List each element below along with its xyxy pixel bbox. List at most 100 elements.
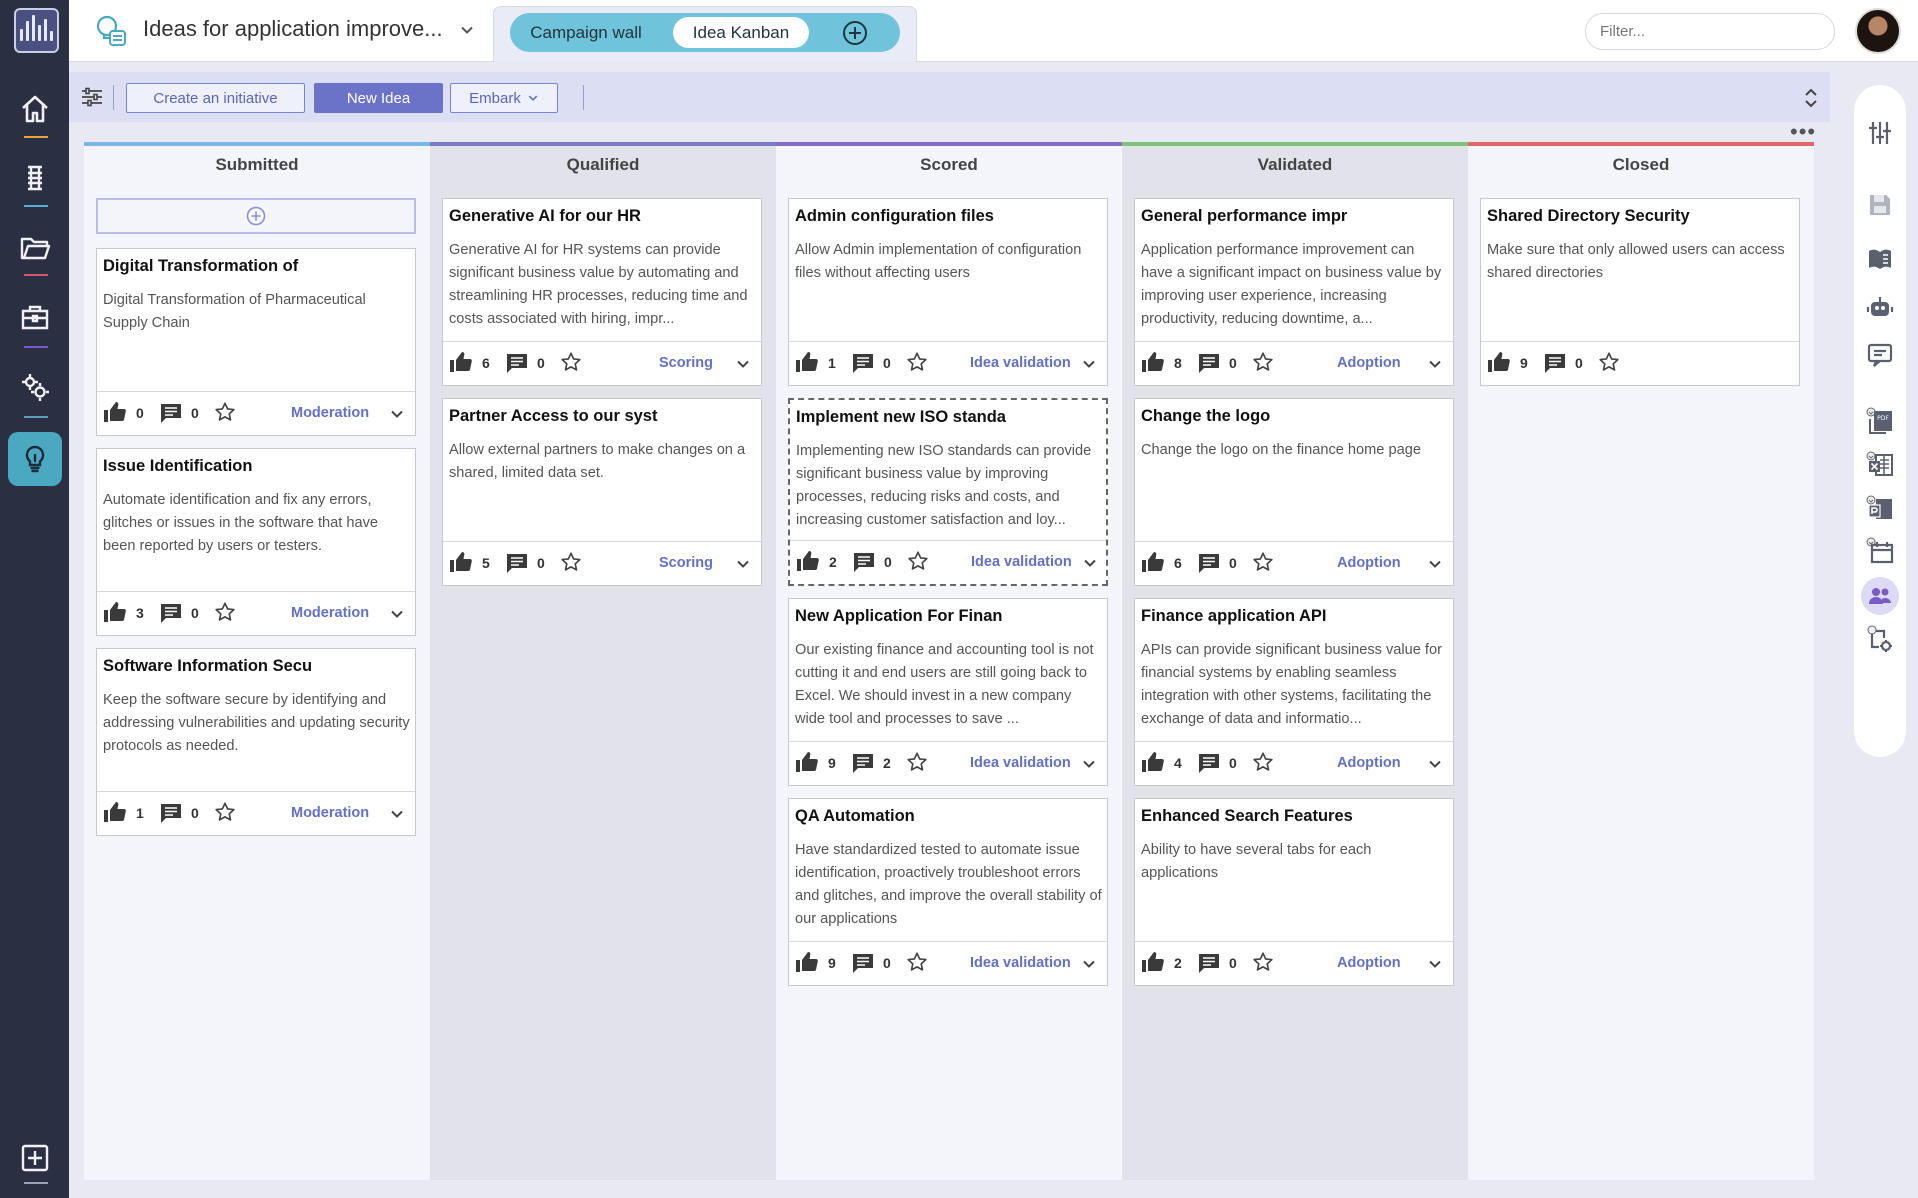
idea-title[interactable]: Admin configuration files — [795, 207, 1100, 226]
workflow-stage-link[interactable]: Moderation — [291, 605, 369, 621]
ideas-lightbulb-icon[interactable] — [8, 432, 62, 486]
like-thumbs-up-icon[interactable] — [1141, 551, 1165, 573]
comments-icon[interactable] — [1197, 351, 1221, 375]
card-expand-chevron-icon[interactable] — [1082, 555, 1098, 571]
settings-gears-icon[interactable] — [10, 362, 60, 412]
idea-card[interactable]: Generative AI for our HR Generative AI fo… — [442, 198, 762, 386]
add-square-icon[interactable] — [20, 1143, 50, 1173]
card-expand-chevron-icon[interactable] — [1081, 356, 1097, 372]
board-more-options-icon[interactable]: ••• — [1790, 121, 1816, 143]
workflow-stage-link[interactable]: Adoption — [1337, 355, 1401, 371]
team-members-icon[interactable] — [1866, 582, 1894, 610]
like-thumbs-up-icon[interactable] — [103, 401, 127, 423]
workflow-stage-link[interactable]: Idea validation — [970, 955, 1071, 971]
like-thumbs-up-icon[interactable] — [449, 551, 473, 573]
workflow-stage-link[interactable]: Adoption — [1337, 955, 1401, 971]
workflow-settings-icon[interactable] — [1866, 625, 1894, 653]
like-thumbs-up-icon[interactable] — [1141, 751, 1165, 773]
like-thumbs-up-icon[interactable] — [1141, 951, 1165, 973]
idea-card[interactable]: Software Information Secu Keep the softwa… — [96, 648, 416, 836]
favorite-star-icon[interactable] — [1252, 951, 1274, 973]
favorite-star-icon[interactable] — [1598, 351, 1620, 373]
comments-icon[interactable] — [1543, 351, 1567, 375]
idea-card[interactable]: Issue Identification Automate identificat… — [96, 448, 416, 636]
user-avatar[interactable] — [1855, 8, 1901, 54]
workflow-stage-link[interactable]: Scoring — [659, 555, 713, 571]
pdf-export-icon[interactable]: PDF — [1866, 407, 1894, 435]
favorite-star-icon[interactable] — [560, 551, 582, 573]
idea-card[interactable]: QA Automation Have standardized tested to… — [788, 798, 1108, 986]
card-expand-chevron-icon[interactable] — [1427, 356, 1443, 372]
comments-icon[interactable] — [852, 550, 876, 574]
create-initiative-button[interactable]: Create an initiative — [126, 83, 305, 113]
add-idea-card-button[interactable] — [96, 198, 416, 234]
collapse-toolbar-icon[interactable] — [1803, 86, 1819, 110]
card-expand-chevron-icon[interactable] — [1427, 556, 1443, 572]
idea-title[interactable]: Enhanced Search Features — [1141, 807, 1446, 826]
like-thumbs-up-icon[interactable] — [795, 751, 819, 773]
favorite-star-icon[interactable] — [906, 751, 928, 773]
home-icon[interactable] — [10, 84, 60, 134]
idea-title[interactable]: Shared Directory Security — [1487, 207, 1792, 226]
idea-card[interactable]: Admin configuration files Allow Admin imp… — [788, 198, 1108, 386]
board-settings-sliders-icon[interactable] — [81, 87, 103, 107]
card-expand-chevron-icon[interactable] — [1081, 756, 1097, 772]
workflow-stage-link[interactable]: Scoring — [659, 355, 713, 371]
favorite-star-icon[interactable] — [214, 801, 236, 823]
like-thumbs-up-icon[interactable] — [103, 601, 127, 623]
like-thumbs-up-icon[interactable] — [796, 550, 820, 572]
like-thumbs-up-icon[interactable] — [449, 351, 473, 373]
card-expand-chevron-icon[interactable] — [1081, 956, 1097, 972]
comments-icon[interactable] — [1197, 951, 1221, 975]
card-expand-chevron-icon[interactable] — [1427, 756, 1443, 772]
card-expand-chevron-icon[interactable] — [389, 406, 405, 422]
powerpoint-export-icon[interactable] — [1866, 495, 1894, 523]
card-expand-chevron-icon[interactable] — [389, 606, 405, 622]
chat-board-icon[interactable] — [1866, 341, 1894, 369]
like-thumbs-up-icon[interactable] — [1487, 351, 1511, 373]
comments-icon[interactable] — [851, 951, 875, 975]
workflow-stage-link[interactable]: Adoption — [1337, 755, 1401, 771]
idea-card[interactable]: Change the logo Change the logo on the fi… — [1134, 398, 1454, 586]
idea-card[interactable]: New Application For Finan Our existing fi… — [788, 598, 1108, 786]
comments-icon[interactable] — [505, 351, 529, 375]
folder-icon[interactable] — [10, 222, 60, 272]
save-icon[interactable] — [1866, 191, 1894, 219]
comments-icon[interactable] — [159, 401, 183, 425]
favorite-star-icon[interactable] — [214, 601, 236, 623]
idea-title[interactable]: Issue Identification — [103, 457, 408, 476]
comments-icon[interactable] — [851, 351, 875, 375]
idea-title[interactable]: Generative AI for our HR — [449, 207, 754, 226]
card-expand-chevron-icon[interactable] — [1427, 956, 1443, 972]
favorite-star-icon[interactable] — [906, 951, 928, 973]
idea-card[interactable]: Partner Access to our syst Allow external… — [442, 398, 762, 586]
portfolio-icon[interactable] — [10, 292, 60, 342]
embark-dropdown-button[interactable]: Embark — [450, 83, 558, 113]
idea-title[interactable]: Finance application API — [1141, 607, 1446, 626]
idea-card[interactable]: Finance application API APIs can provide … — [1134, 598, 1454, 786]
favorite-star-icon[interactable] — [1252, 751, 1274, 773]
add-view-icon[interactable] — [841, 19, 869, 47]
favorite-star-icon[interactable] — [1252, 351, 1274, 373]
comments-icon[interactable] — [1197, 551, 1221, 575]
like-thumbs-up-icon[interactable] — [103, 801, 127, 823]
comments-icon[interactable] — [159, 601, 183, 625]
favorite-star-icon[interactable] — [214, 401, 236, 423]
like-thumbs-up-icon[interactable] — [795, 351, 819, 373]
workflow-stage-link[interactable]: Idea validation — [971, 554, 1072, 570]
roadmap-icon[interactable] — [10, 153, 60, 203]
workflow-stage-link[interactable]: Moderation — [291, 805, 369, 821]
title-dropdown-chevron-icon[interactable] — [459, 22, 475, 38]
tab-campaign-wall[interactable]: Campaign wall — [520, 17, 652, 48]
idea-card[interactable]: Implement new ISO standa Implementing new… — [788, 398, 1108, 586]
excel-export-icon[interactable] — [1866, 451, 1894, 479]
like-thumbs-up-icon[interactable] — [795, 951, 819, 973]
card-expand-chevron-icon[interactable] — [735, 556, 751, 572]
idea-title[interactable]: General performance impr — [1141, 207, 1446, 226]
idea-title[interactable]: Change the logo — [1141, 407, 1446, 426]
card-expand-chevron-icon[interactable] — [389, 806, 405, 822]
workflow-stage-link[interactable]: Adoption — [1337, 555, 1401, 571]
idea-card[interactable]: Enhanced Search Features Ability to have … — [1134, 798, 1454, 986]
favorite-star-icon[interactable] — [907, 550, 929, 572]
idea-card[interactable]: Shared Directory Security Make sure that … — [1480, 198, 1800, 386]
